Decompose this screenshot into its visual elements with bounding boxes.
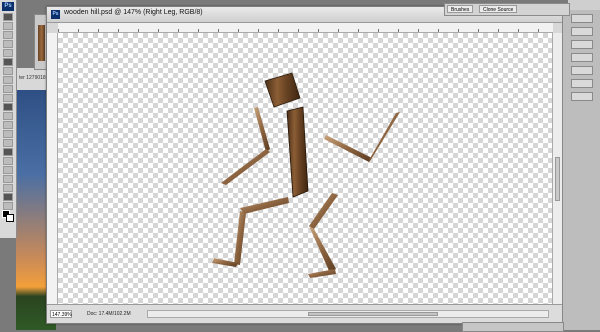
dock-panel-button[interactable]: [571, 27, 593, 36]
horizontal-ruler[interactable]: [58, 23, 553, 33]
dock-panel-button[interactable]: [571, 53, 593, 62]
figure-left-arm[interactable]: [254, 107, 270, 152]
clone-stamp-icon[interactable]: [3, 85, 13, 93]
background-window-edge: [462, 322, 564, 332]
crop-tool-icon[interactable]: [3, 49, 13, 57]
wooden-figure: [212, 72, 400, 278]
dock-panel-button[interactable]: [571, 66, 593, 75]
figure-right-forearm[interactable]: [369, 112, 400, 160]
document-title: wooden hill.psd @ 147% (Right Leg, RGB/8…: [64, 9, 203, 16]
brush-tool-icon[interactable]: [3, 76, 13, 84]
panel-tab-group: Brushes Clone Source: [444, 3, 570, 16]
dock-panel-button[interactable]: [571, 40, 593, 49]
history-brush-icon[interactable]: [3, 94, 13, 102]
vertical-ruler[interactable]: [47, 33, 58, 304]
pen-tool-icon[interactable]: [3, 139, 13, 147]
figure-left-forearm[interactable]: [221, 149, 270, 185]
blur-icon[interactable]: [3, 121, 13, 129]
hand-tool-icon[interactable]: [3, 193, 13, 201]
document-size-info[interactable]: Doc: 17.4M/102.2M: [87, 311, 131, 317]
dock-panel-button[interactable]: [571, 79, 593, 88]
3d-rotate-icon[interactable]: [3, 175, 13, 183]
background-document-tab[interactable]: ter 1279018: [16, 68, 50, 91]
horizontal-scroll-thumb[interactable]: [308, 312, 438, 316]
zoom-tool-icon[interactable]: [3, 202, 13, 210]
figure-right-foot[interactable]: [308, 269, 336, 278]
wood-plank-thumbnail: [38, 25, 45, 61]
ps-logo: Ps: [2, 2, 14, 11]
zoom-level-field[interactable]: 147.39%: [50, 310, 72, 318]
3d-orbit-icon[interactable]: [3, 184, 13, 192]
marquee-tool-icon[interactable]: [3, 22, 13, 30]
shape-tool-icon[interactable]: [3, 166, 13, 174]
dock-panel-button[interactable]: [571, 92, 593, 101]
ps-document-icon: Ps: [51, 10, 60, 19]
type-tool-icon[interactable]: [3, 148, 13, 156]
figure-left-foot[interactable]: [212, 258, 238, 267]
healing-brush-icon[interactable]: [3, 67, 13, 75]
document-window: Ps wooden hill.psd @ 147% (Right Leg, RG…: [46, 6, 564, 324]
gradient-icon[interactable]: [3, 112, 13, 120]
status-bar: 147.39% Doc: 17.4M/102.2M: [47, 304, 563, 323]
figure-torso[interactable]: [286, 106, 309, 198]
right-panel-dock: [562, 10, 600, 330]
quick-select-icon[interactable]: [3, 40, 13, 48]
path-select-icon[interactable]: [3, 157, 13, 165]
dock-panel-button[interactable]: [571, 14, 593, 23]
tools-panel: Ps: [0, 0, 17, 238]
tab-brushes[interactable]: Brushes: [447, 5, 474, 13]
move-tool-icon[interactable]: [3, 13, 13, 21]
figure-right-shin[interactable]: [309, 226, 336, 273]
vertical-scroll-thumb[interactable]: [555, 157, 560, 201]
horizontal-scrollbar[interactable]: [147, 310, 549, 318]
lasso-tool-icon[interactable]: [3, 31, 13, 39]
background-document-label: ter 1279018: [19, 75, 46, 81]
figure-head[interactable]: [264, 72, 301, 108]
tab-clone-source[interactable]: Clone Source: [479, 5, 518, 13]
background-color-swatch[interactable]: [6, 214, 14, 222]
figure-left-shin[interactable]: [234, 211, 246, 265]
document-canvas[interactable]: [58, 33, 553, 304]
figure-left-thigh[interactable]: [240, 197, 289, 214]
figure-right-arm[interactable]: [324, 135, 372, 162]
eraser-icon[interactable]: [3, 103, 13, 111]
eyedropper-icon[interactable]: [3, 58, 13, 66]
figure-right-thigh[interactable]: [309, 193, 338, 229]
dodge-icon[interactable]: [3, 130, 13, 138]
